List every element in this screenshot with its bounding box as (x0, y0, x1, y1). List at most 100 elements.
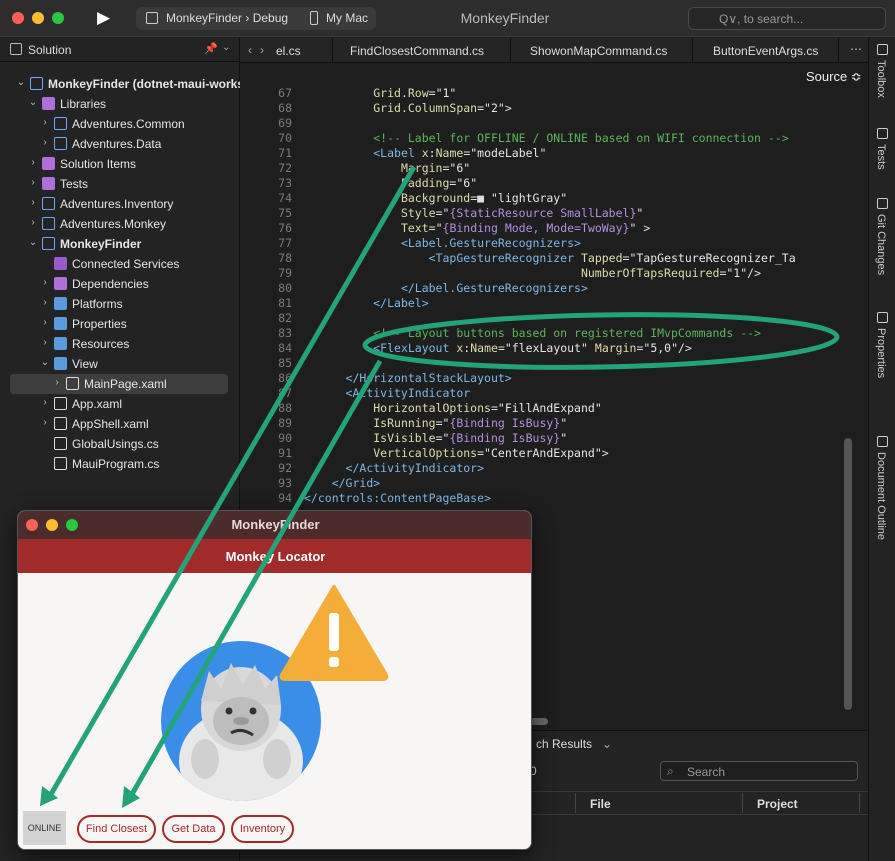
line-number: 94 (278, 491, 292, 505)
tab-button-event-args[interactable]: ButtonEventArgs.cs (713, 44, 818, 58)
solution-tree-item[interactable]: › Platforms (0, 294, 240, 314)
solution-tree-item[interactable]: ⌄ MonkeyFinder (dotnet-maui-works (0, 74, 240, 94)
cs-file-icon (54, 437, 67, 450)
tab-scroll-left-icon[interactable]: ‹ (248, 43, 252, 57)
solution-tree-item[interactable]: › Adventures.Data (0, 134, 240, 154)
solution-tree-item[interactable]: › Adventures.Monkey (0, 214, 240, 234)
line-number: 81 (278, 296, 292, 310)
solution-tree-item[interactable]: › Adventures.Inventory (0, 194, 240, 214)
chevron-right-icon[interactable]: › (28, 217, 38, 228)
solution-tree-item[interactable]: › Properties (0, 314, 240, 334)
solution-tree-item[interactable]: ⌄ MonkeyFinder (0, 234, 240, 254)
code-line-73: Padding="6" (400, 176, 478, 190)
solution-tree-item[interactable]: MauiProgram.cs (0, 454, 240, 474)
chevron-right-icon[interactable]: › (40, 117, 50, 128)
solution-tree-item[interactable]: › Adventures.Common (0, 114, 240, 134)
column-file[interactable]: File (590, 797, 611, 811)
results-search-placeholder: Search (687, 765, 726, 779)
tab-close-icon[interactable]: ⌄ (602, 737, 612, 751)
chevron-right-icon[interactable]: › (52, 377, 62, 388)
solution-tree-item[interactable]: › Dependencies (0, 274, 240, 294)
chevron-down-icon[interactable]: ⌄ (28, 237, 38, 248)
solution-tree-item[interactable]: ⌄ View (0, 354, 240, 374)
chevron-right-icon[interactable]: › (40, 337, 50, 348)
project-icon (42, 217, 55, 230)
more-tabs-icon[interactable]: ⋯ (850, 42, 862, 56)
inventory-button[interactable]: Inventory (231, 815, 294, 843)
chevron-down-icon[interactable]: ⌄ (40, 357, 50, 368)
column-project[interactable]: Project (757, 797, 798, 811)
config-project-label: MonkeyFinder › Debug (166, 11, 289, 25)
tab-scroll-right-icon[interactable]: › (260, 43, 264, 57)
source-view-selector[interactable]: Source ≎ (806, 69, 862, 85)
editor-vertical-scrollbar[interactable] (844, 438, 852, 710)
folder-icon (54, 337, 67, 350)
solution-tree-item[interactable]: ⌄ Libraries (0, 94, 240, 114)
minimize-window-button[interactable] (32, 12, 44, 24)
chevron-down-icon[interactable]: ⌄ (28, 97, 38, 108)
tree-item-label: Adventures.Data (72, 137, 162, 151)
chevron-right-icon[interactable]: › (40, 397, 50, 408)
chevron-right-icon[interactable]: › (28, 157, 38, 168)
run-configuration-selector[interactable]: MonkeyFinder › Debug My Mac (136, 7, 376, 30)
tree-item-label: Resources (72, 337, 130, 351)
line-number: 82 (278, 311, 292, 325)
line-number: 70 (278, 131, 292, 145)
tab-find-closest-command[interactable]: FindClosestCommand.cs (350, 44, 484, 58)
results-search-input[interactable]: ⌕ Search (660, 761, 858, 781)
editor-horizontal-scrollbar[interactable] (530, 718, 548, 725)
code-line-72: Margin="6" (400, 161, 471, 175)
simulator-title: MonkeyFinder (231, 517, 320, 532)
line-number: 67 (278, 86, 292, 100)
solution-tree-item[interactable]: Connected Services (0, 254, 240, 274)
tree-item-label: Properties (72, 317, 127, 331)
chevron-right-icon[interactable]: › (40, 417, 50, 428)
code-line-86: </HorizontalStackLayout> (345, 371, 512, 385)
chevron-right-icon[interactable]: › (40, 297, 50, 308)
line-number: 68 (278, 101, 292, 115)
solution-tree-item[interactable]: › Tests (0, 174, 240, 194)
tree-item-label: MainPage.xaml (84, 377, 167, 391)
code-line-88: HorizontalOptions="FillAndExpand" (373, 401, 602, 415)
pin-icon[interactable]: 📌 (204, 42, 218, 55)
code-line-94: </controls:ContentPageBase> (304, 491, 491, 505)
run-button[interactable]: ▶ (97, 9, 115, 27)
find-closest-button[interactable]: Find Closest (77, 815, 156, 843)
tab-showonmap-command[interactable]: ShowonMapCommand.cs (530, 44, 667, 58)
zoom-window-button[interactable] (52, 12, 64, 24)
chevron-down-icon[interactable]: ⌄ (222, 42, 230, 53)
solution-tree-item[interactable]: › MainPage.xaml (10, 374, 228, 394)
global-search-input[interactable]: Q∨, to search... (688, 7, 886, 30)
solution-tree-item[interactable]: › Resources (0, 334, 240, 354)
folder-icon (54, 317, 67, 330)
code-line-92: </ActivityIndicator> (345, 461, 485, 475)
chevron-right-icon[interactable]: › (28, 197, 38, 208)
solution-tree-item[interactable]: GlobalUsings.cs (0, 434, 240, 454)
toolbox-icon (877, 44, 888, 55)
line-number: 89 (278, 416, 292, 430)
chevron-right-icon[interactable]: › (28, 177, 38, 188)
line-number: 69 (278, 116, 292, 130)
chevron-right-icon[interactable]: › (40, 317, 50, 328)
tree-item-label: Adventures.Monkey (60, 217, 167, 231)
chevron-right-icon[interactable]: › (40, 137, 50, 148)
tab-el-cs[interactable]: el.cs (276, 44, 301, 58)
solution-tree-item[interactable]: › AppShell.xaml (0, 414, 240, 434)
tree-item-label: Tests (60, 177, 89, 191)
solution-tree-item[interactable]: › Solution Items (0, 154, 240, 174)
tab-search-results[interactable]: ch Results (536, 737, 592, 751)
tree-item-label: Libraries (60, 97, 107, 111)
close-window-button[interactable] (12, 12, 24, 24)
chevron-down-icon[interactable]: ⌄ (16, 77, 26, 88)
line-number: 85 (278, 356, 292, 370)
title-bar: ▶ MonkeyFinder › Debug My Mac MonkeyFind… (0, 0, 895, 37)
code-line-77: <Label.GestureRecognizers> (400, 236, 581, 250)
tree-item-label: Solution Items (60, 157, 137, 171)
connection-status-label[interactable]: ONLINE (23, 811, 66, 845)
code-line-81: </Label> (373, 296, 429, 310)
chevron-right-icon[interactable]: › (40, 277, 50, 288)
tree-item-label: Adventures.Common (72, 117, 185, 131)
get-data-button[interactable]: Get Data (162, 815, 225, 843)
code-line-71: <Label x:Name="modeLabel" (373, 146, 547, 160)
solution-tree-item[interactable]: › App.xaml (0, 394, 240, 414)
